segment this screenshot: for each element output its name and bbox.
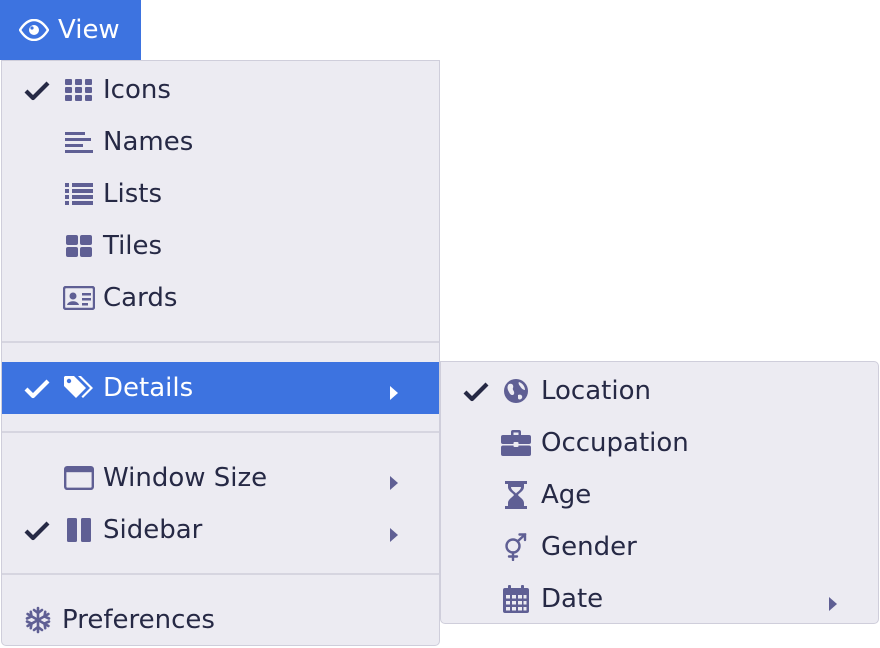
checkmark-icon [24,519,50,541]
menu-item-tiles[interactable]: Tiles [2,220,439,272]
menu-item-icons[interactable]: Icons [2,64,439,116]
calendar-icon [500,585,532,613]
menu-item-label: Tiles [103,231,163,261]
menu-item-names[interactable]: Names [2,116,439,168]
columns-icon [63,516,95,544]
eye-icon [19,19,49,41]
submenu-item-label: Age [541,480,592,510]
menu-item-details[interactable]: Details [2,362,439,414]
view-menu-label: View [58,15,120,45]
tags-icon [63,374,95,402]
menu-item-label: Details [103,373,194,403]
view-menu-stage: View Icons Names Lists Tiles Cards Detai… [0,0,880,648]
menu-item-label: Window Size [103,463,268,493]
gender-icon [500,533,532,561]
hourglass-icon [500,481,532,509]
submenu-arrow-icon [827,590,839,611]
menu-item-label: Sidebar [103,515,203,545]
submenu-item-label: Date [541,584,604,614]
menu-item-label: Cards [103,283,178,313]
list-icon [63,180,95,208]
submenu-arrow-icon [388,469,400,490]
submenu-arrow-icon [388,521,400,542]
window-icon [63,464,95,492]
checkmark-icon [24,79,50,101]
globe-icon [500,377,532,405]
submenu-item-date[interactable]: Date [441,573,878,625]
menu-item-label: Lists [103,179,162,209]
snowflake-icon [22,606,54,634]
submenu-item-age[interactable]: Age [441,469,878,521]
tiles-icon [63,232,95,260]
view-dropdown-menu: Icons Names Lists Tiles Cards Details Wi… [1,60,440,646]
menu-item-label: Names [103,127,194,157]
menu-item-preferences[interactable]: Preferences [2,594,439,646]
submenu-item-gender[interactable]: Gender [441,521,878,573]
submenu-arrow-icon [388,379,400,400]
briefcase-icon [500,429,532,457]
menu-item-sidebar[interactable]: Sidebar [2,504,439,556]
menu-item-label: Preferences [62,605,215,635]
menu-divider [2,573,439,575]
submenu-item-label: Occupation [541,428,689,458]
submenu-item-occupation[interactable]: Occupation [441,417,878,469]
menu-item-label: Icons [103,75,171,105]
checkmark-icon [463,380,489,402]
menu-divider [2,341,439,343]
align-left-icon [63,128,95,156]
menu-item-cards[interactable]: Cards [2,272,439,324]
submenu-item-location[interactable]: Location [441,365,878,417]
id-card-icon [63,284,95,312]
menu-item-window-size[interactable]: Window Size [2,452,439,504]
checkmark-icon [24,377,50,399]
menu-item-lists[interactable]: Lists [2,168,439,220]
menu-divider [2,431,439,433]
grid-icon [63,76,95,104]
view-menu-button[interactable]: View [0,0,141,60]
submenu-item-label: Gender [541,532,637,562]
submenu-item-label: Location [541,376,651,406]
details-submenu: Location Occupation Age Gender Date [440,361,879,624]
